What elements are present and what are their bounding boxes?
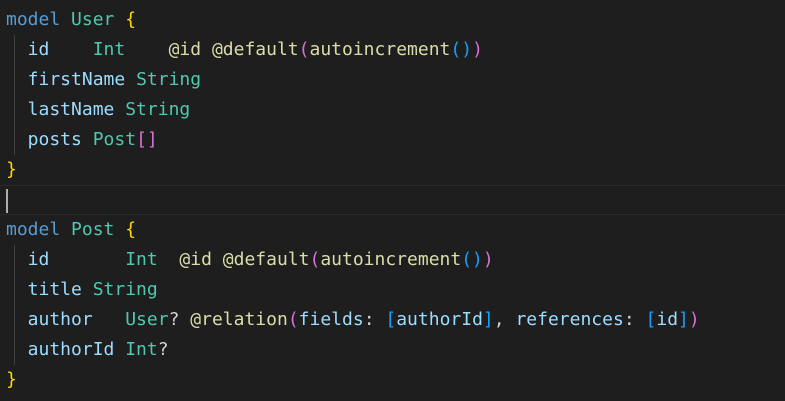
code-text: posts Post[] [6, 125, 158, 155]
code-token: , [493, 309, 516, 330]
code-token: authorId [396, 309, 483, 330]
code-token: firstName [6, 69, 126, 90]
code-token: [ [645, 309, 657, 330]
code-token: fields [298, 309, 364, 330]
code-token: } [6, 159, 17, 180]
code-token: Int [125, 339, 158, 360]
code-token: authorId [6, 339, 115, 360]
code-token: autoincrement [309, 39, 451, 60]
code-line[interactable]: model User { [0, 5, 785, 35]
code-text: id Int @id @default(autoincrement()) [6, 35, 483, 65]
code-text: firstName String [6, 65, 201, 95]
code-token: ( [298, 39, 310, 60]
code-line[interactable]: firstName String [0, 65, 785, 95]
code-token: String [136, 69, 202, 90]
code-line[interactable]: title String [0, 275, 785, 305]
code-line[interactable]: id Int @id @default(autoincrement()) [0, 35, 785, 65]
code-token: ] [678, 309, 689, 330]
code-token: author [6, 309, 93, 330]
code-token: { [125, 219, 137, 240]
code-token: ? [157, 339, 169, 360]
code-token: @id [168, 39, 202, 60]
code-token: () [450, 39, 473, 60]
code-token: @default [211, 39, 299, 60]
code-text: } [6, 155, 17, 185]
code-token: lastName [6, 99, 115, 120]
code-token: id [6, 39, 50, 60]
code-text: title String [6, 275, 158, 305]
code-token: ) [482, 249, 494, 270]
code-token: id [6, 249, 50, 270]
code-token: { [125, 9, 137, 30]
code-line[interactable]: authorId Int? [0, 335, 785, 365]
code-token: User [125, 309, 169, 330]
code-text: id Int @id @default(autoincrement()) [6, 245, 494, 275]
code-token: id [656, 309, 679, 330]
code-token: [] [136, 129, 158, 150]
text-cursor [6, 189, 8, 213]
code-token: model [6, 219, 61, 240]
code-token: ? [168, 309, 180, 330]
code-token: Int [92, 39, 126, 60]
code-token: @relation [190, 309, 288, 330]
code-line[interactable]: lastName String [0, 95, 785, 125]
code-token: posts [6, 129, 82, 150]
code-token: [ [385, 309, 397, 330]
code-token: Post [92, 129, 137, 150]
code-token: Int [125, 249, 158, 270]
code-token: User [71, 9, 115, 30]
code-text: authorId Int? [6, 335, 169, 365]
code-token: references [515, 309, 624, 330]
code-token: model [6, 9, 61, 30]
code-token: ] [482, 309, 494, 330]
code-text: author User? @relation(fields: [authorId… [6, 305, 700, 335]
code-token: } [6, 369, 17, 390]
code-token: title [6, 279, 82, 300]
code-token: String [92, 279, 158, 300]
code-token: ( [287, 309, 299, 330]
code-token: String [125, 99, 191, 120]
code-token: @id [179, 249, 212, 270]
code-token: @default [222, 249, 310, 270]
code-text: } [6, 365, 17, 395]
code-line[interactable]: } [0, 155, 785, 185]
code-line[interactable]: model Post { [0, 215, 785, 245]
code-line[interactable]: id Int @id @default(autoincrement()) [0, 245, 785, 275]
code-line[interactable] [0, 185, 785, 215]
code-token: () [461, 249, 483, 270]
code-token: : [623, 309, 646, 330]
code-token: ( [309, 249, 321, 270]
code-token: autoincrement [320, 249, 462, 270]
code-line[interactable]: } [0, 365, 785, 395]
code-token: Post [71, 219, 115, 240]
code-line[interactable]: posts Post[] [0, 125, 785, 155]
code-text: model User { [6, 5, 136, 35]
code-text: model Post { [6, 215, 136, 245]
code-token: ) [472, 39, 483, 60]
code-line[interactable]: author User? @relation(fields: [authorId… [0, 305, 785, 335]
code-token: : [363, 309, 386, 330]
code-text: lastName String [6, 95, 191, 125]
code-editor[interactable]: model User { id Int @id @default(autoinc… [0, 0, 785, 401]
code-token: ) [688, 309, 700, 330]
